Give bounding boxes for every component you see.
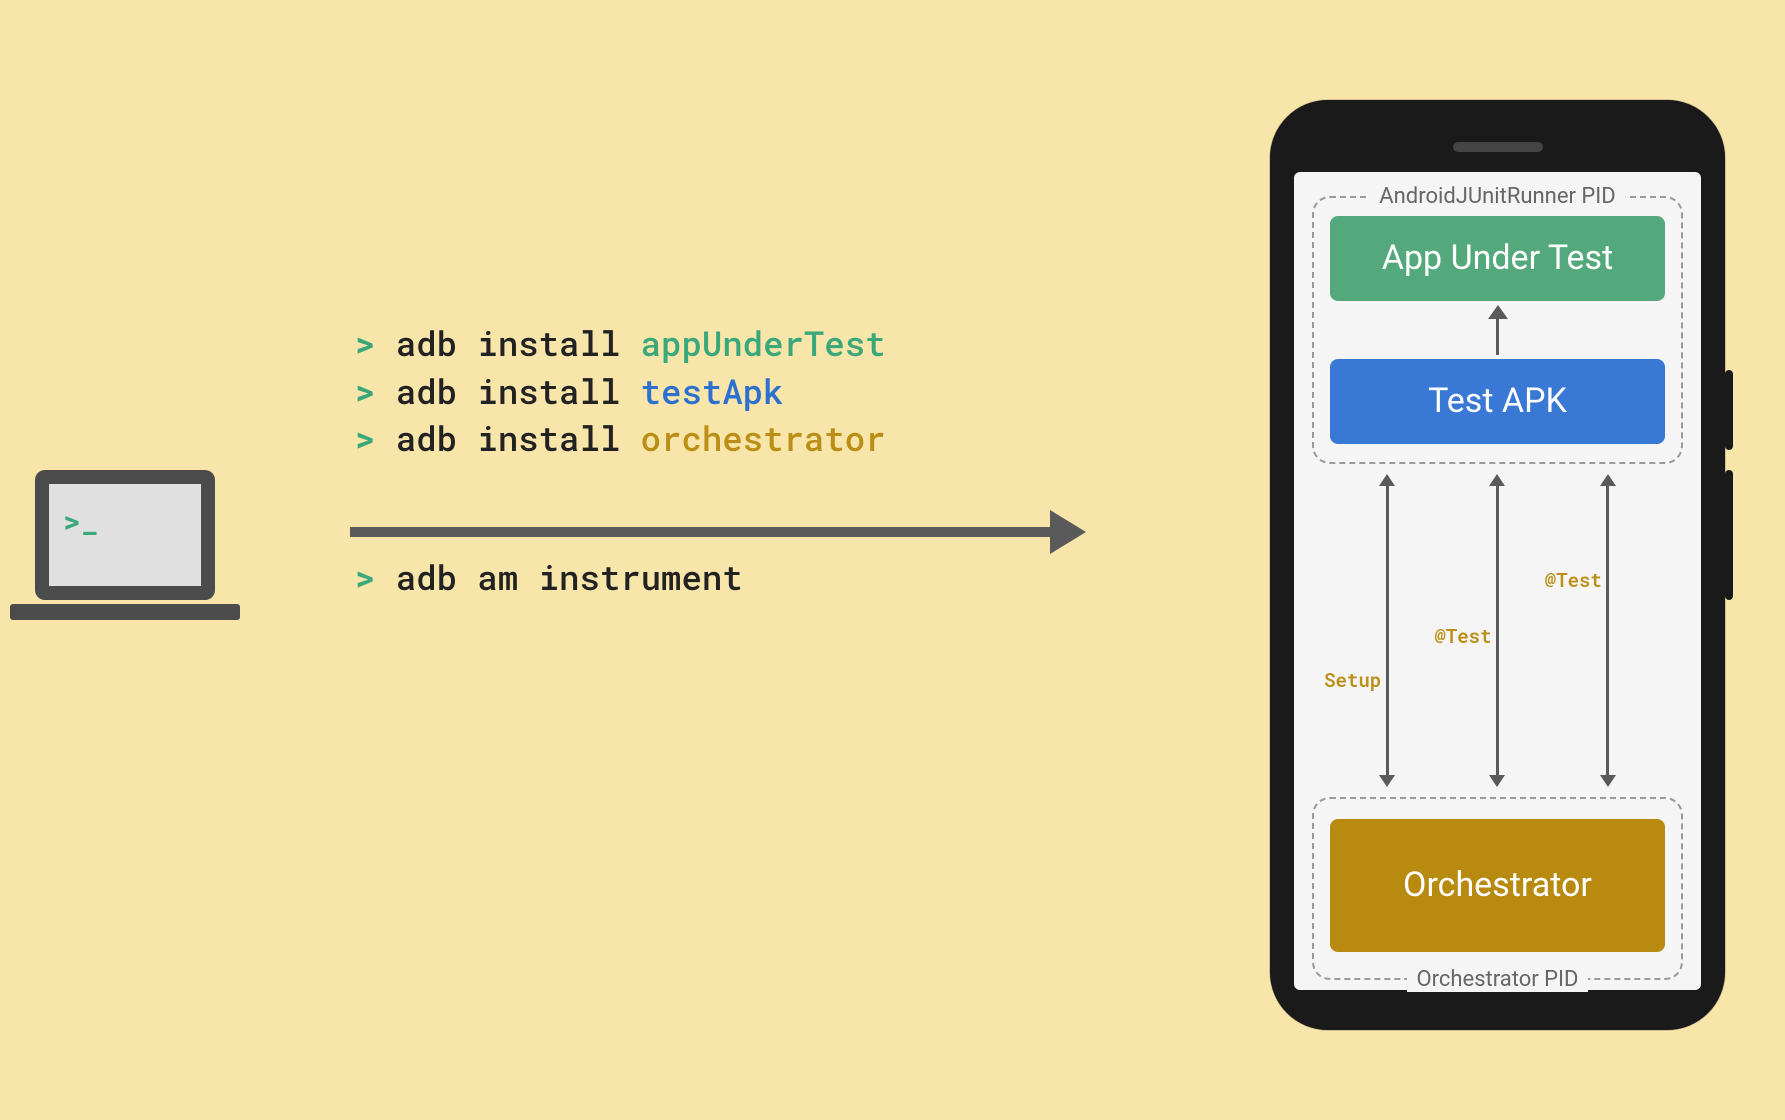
cmd-text: adb install	[396, 416, 620, 461]
flow-setup: Setup	[1379, 474, 1395, 788]
prompt: >	[355, 555, 375, 600]
orchestrator-box: Orchestrator	[1330, 819, 1665, 952]
test-apk-box: Test APK	[1330, 359, 1665, 444]
cmd-text: adb am instrument	[396, 555, 743, 600]
cmd-text: adb install	[396, 369, 620, 414]
commands-block-2: > adb am instrument	[355, 555, 743, 600]
phone-inner: AndroidJUnitRunner PID App Under Test Te…	[1290, 120, 1705, 1010]
cmd-line-2: > adb install testApk	[355, 368, 886, 416]
cmd-arg-orchestrator: orchestrator	[641, 416, 886, 461]
flows-area: Setup @Test @Test	[1312, 464, 1683, 798]
cmd-arg-app: appUnderTest	[641, 321, 886, 366]
flow-label-test1: @Test	[1434, 624, 1491, 649]
commands-block: > adb install appUnderTest > adb install…	[355, 320, 886, 463]
cmd-arg-testapk: testApk	[641, 369, 784, 414]
prompt: >	[355, 416, 375, 461]
arrow-line	[350, 527, 1050, 537]
runner-pid-label: AndroidJUnitRunner PID	[1369, 184, 1625, 209]
prompt: >	[355, 369, 375, 414]
laptop-prompt: >_	[63, 502, 99, 541]
cmd-text: adb install	[396, 321, 620, 366]
orchestrator-pid-label: Orchestrator PID	[1407, 967, 1589, 992]
flow-test-2: @Test	[1600, 474, 1616, 788]
arrow-head	[1050, 510, 1086, 554]
flow-label-test2: @Test	[1545, 568, 1602, 593]
cmd-line-1: > adb install appUnderTest	[355, 320, 886, 368]
arrow-up-icon	[1330, 305, 1665, 355]
arrow-right	[350, 510, 1086, 554]
cmd-line-3: > adb install orchestrator	[355, 415, 886, 463]
phone-volume-button	[1725, 470, 1733, 600]
laptop-base	[10, 604, 240, 620]
orchestrator-pid-group: Orchestrator Orchestrator PID	[1312, 797, 1683, 980]
laptop-screen: >_	[35, 470, 215, 600]
phone-speaker	[1453, 142, 1543, 152]
prompt: >	[355, 321, 375, 366]
laptop-icon: >_	[35, 470, 240, 620]
phone-power-button	[1725, 370, 1733, 450]
app-under-test-box: App Under Test	[1330, 216, 1665, 301]
flow-test-1: @Test	[1489, 474, 1505, 788]
phone-device: AndroidJUnitRunner PID App Under Test Te…	[1270, 100, 1725, 1030]
runner-pid-group: AndroidJUnitRunner PID App Under Test Te…	[1312, 196, 1683, 464]
phone-screen: AndroidJUnitRunner PID App Under Test Te…	[1294, 172, 1701, 990]
flow-label-setup: Setup	[1324, 668, 1381, 693]
cmd-line-4: > adb am instrument	[355, 555, 743, 600]
